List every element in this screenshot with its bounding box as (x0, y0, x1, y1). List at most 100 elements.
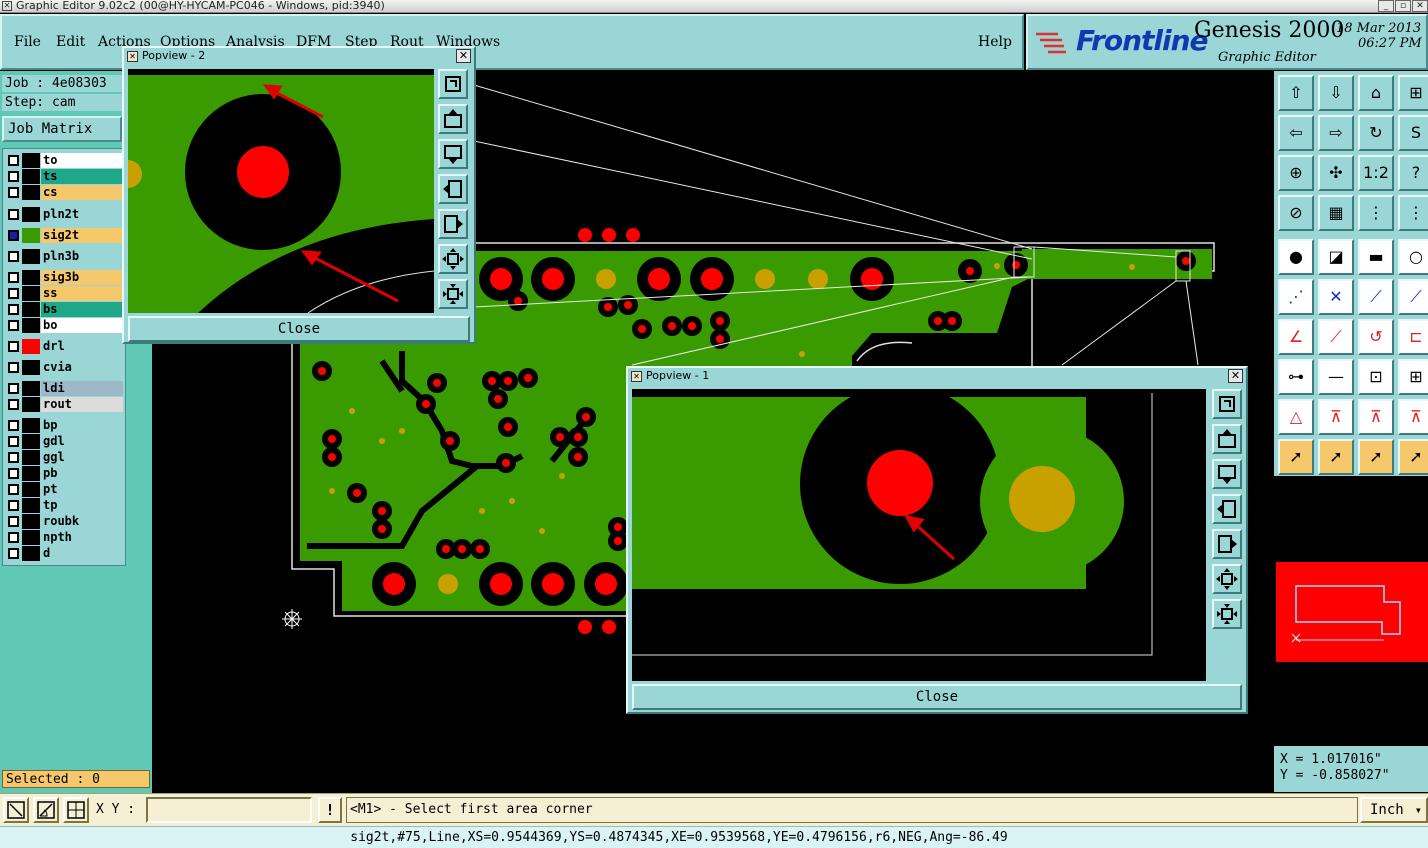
layer-row-drl[interactable]: drl (6, 339, 124, 354)
layer-checkbox[interactable] (8, 383, 19, 394)
measure-icon[interactable]: ⊘ (1278, 195, 1314, 231)
pan-up-left-icon[interactable] (1212, 389, 1242, 419)
cross-icon[interactable]: ✕ (1318, 279, 1354, 315)
layer-name[interactable]: drl (41, 339, 123, 354)
pointer-icon[interactable]: ➚ (1278, 439, 1314, 475)
layer-name[interactable]: sig3b (41, 270, 123, 285)
layer-row-bo[interactable]: bo (6, 318, 124, 333)
layer-checkbox[interactable] (8, 548, 19, 559)
pan-left-icon[interactable] (438, 174, 468, 204)
bracket-icon[interactable]: ⊏ (1398, 319, 1428, 355)
layer-row-pln2t[interactable]: pln2t (6, 207, 124, 222)
close-window-button[interactable]: ✕ (1412, 0, 1428, 12)
layer-color-swatch[interactable] (22, 339, 40, 354)
layer-row-d[interactable]: d (6, 546, 124, 561)
popview-2-window[interactable]: ✕ Popview - 2 ✕ Close (122, 46, 476, 344)
angle-snap-icon[interactable] (33, 797, 59, 823)
home-icon[interactable]: ⌂ (1358, 75, 1394, 111)
layer-row-sig3b[interactable]: sig3b (6, 270, 124, 285)
layer-row-gdl[interactable]: gdl (6, 434, 124, 449)
pointer-net-icon[interactable]: ➚ (1398, 439, 1428, 475)
grid-icon[interactable] (63, 797, 89, 823)
layer-row-pln3b[interactable]: pln3b (6, 249, 124, 264)
pan-up-left-icon[interactable] (438, 69, 468, 99)
layer-name[interactable]: rout (41, 397, 123, 412)
maximize-button[interactable]: ▫ (1395, 0, 1411, 12)
layer-row-ggl[interactable]: ggl (6, 450, 124, 465)
layer-color-swatch[interactable] (22, 381, 40, 396)
units-selector[interactable]: Inch ▾ (1360, 797, 1428, 823)
layer-name[interactable]: gdl (41, 434, 123, 449)
layer-name[interactable]: tp (41, 498, 123, 513)
layer-name[interactable]: pt (41, 482, 123, 497)
menu-help[interactable]: Help (978, 34, 1012, 50)
layer-name[interactable]: d (41, 546, 123, 561)
layer-color-swatch[interactable] (22, 286, 40, 301)
move-up-icon[interactable]: ⇧ (1278, 75, 1314, 111)
pan-right-icon[interactable] (1212, 529, 1242, 559)
layer-color-swatch[interactable] (22, 450, 40, 465)
layer-checkbox[interactable] (8, 420, 19, 431)
resize-icon[interactable]: ⊡ (1358, 359, 1394, 395)
layer-row-tp[interactable]: tp (6, 498, 124, 513)
layer-checkbox[interactable] (8, 155, 19, 166)
popview-1-close-button[interactable]: Close (632, 684, 1242, 710)
feature-select-icon[interactable]: ⊶ (1278, 359, 1314, 395)
move-left-icon[interactable]: ⇦ (1278, 115, 1314, 151)
layer-color-swatch[interactable] (22, 546, 40, 561)
snap-node-icon[interactable]: ⟋ (1398, 279, 1428, 315)
popview-2-viewport[interactable] (128, 69, 434, 313)
connect-nodes-icon[interactable]: ⋰ (1278, 279, 1314, 315)
layer-name[interactable]: pln3b (41, 249, 123, 264)
overview-map[interactable] (1274, 478, 1428, 744)
netlist-icon[interactable]: ⋮ (1358, 195, 1394, 231)
layer-checkbox[interactable] (8, 500, 19, 511)
pan-up-icon[interactable] (438, 104, 468, 134)
layer-checkbox[interactable] (8, 362, 19, 373)
layer-checkbox[interactable] (8, 320, 19, 331)
layer-color-swatch[interactable] (22, 207, 40, 222)
line-icon[interactable]: — (1318, 359, 1354, 395)
layer-name[interactable]: cs (41, 185, 123, 200)
view-ops-icon[interactable]: ⊞ (1398, 75, 1428, 111)
layer-name[interactable]: pb (41, 466, 123, 481)
layer-row-to[interactable]: to (6, 153, 124, 168)
layer-color-swatch[interactable] (22, 514, 40, 529)
zoom-out-icon[interactable] (1212, 564, 1242, 594)
pointer-box-icon[interactable]: ➚ (1318, 439, 1354, 475)
help-icon[interactable]: ? (1398, 155, 1428, 191)
layer-color-swatch[interactable] (22, 360, 40, 375)
pan-up-icon[interactable] (1212, 424, 1242, 454)
layer-name[interactable]: ggl (41, 450, 123, 465)
warning-button[interactable]: ! (318, 797, 342, 823)
layer-row-sig2t[interactable]: sig2t (6, 228, 124, 243)
layer-row-rout[interactable]: rout (6, 397, 124, 412)
move-right-icon[interactable]: ⇨ (1318, 115, 1354, 151)
triangle-move-icon[interactable]: ⊼ (1398, 399, 1428, 435)
popview-1-window[interactable]: ✕ Popview - 1 ✕ Close (626, 366, 1248, 714)
shape-icon[interactable]: ⊞ (1398, 359, 1428, 395)
layer-color-swatch[interactable] (22, 249, 40, 264)
layer-color-swatch[interactable] (22, 418, 40, 433)
layer-row-pt[interactable]: pt (6, 482, 124, 497)
add-pad-icon[interactable]: ● (1278, 239, 1314, 275)
zoom-out-icon[interactable] (438, 244, 468, 274)
popview-2-close-x[interactable]: ✕ (456, 49, 471, 63)
layer-row-npth[interactable]: npth (6, 530, 124, 545)
layer-checkbox[interactable] (8, 251, 19, 262)
mirror-icon[interactable]: S (1398, 115, 1428, 151)
triangle-add-icon[interactable]: ⊼ (1358, 399, 1394, 435)
scale-icon[interactable]: 1:2 (1358, 155, 1394, 191)
ruler-icon[interactable]: ▬ (1358, 239, 1394, 275)
zoom-in-icon[interactable] (1212, 599, 1242, 629)
popview-1-viewport[interactable] (632, 389, 1206, 681)
pan-down-icon[interactable] (1212, 459, 1242, 489)
rotate-icon[interactable]: ↻ (1358, 115, 1394, 151)
layer-row-bp[interactable]: bp (6, 418, 124, 433)
layer-name[interactable]: sig2t (41, 228, 123, 243)
layer-name[interactable]: pln2t (41, 207, 123, 222)
slash-icon[interactable]: ⟋ (1318, 319, 1354, 355)
zoom-fit-icon[interactable]: ⊕ (1278, 155, 1314, 191)
layer-checkbox[interactable] (8, 272, 19, 283)
layer-name[interactable]: ldi (41, 381, 123, 396)
